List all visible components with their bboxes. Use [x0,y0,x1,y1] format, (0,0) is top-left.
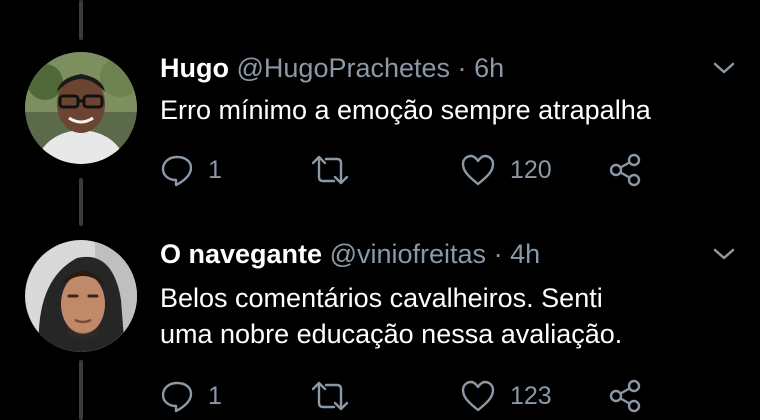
share-button[interactable] [608,152,644,188]
user-handle[interactable]: @viniofreitas [330,239,486,269]
like-count: 120 [510,155,552,184]
avatar-photo-glasses-man [25,52,137,164]
share-icon [609,153,641,187]
retweet-icon [311,381,349,411]
tweet-header: Hugo @HugoPrachetes · 6h [160,52,504,84]
like-count: 123 [510,381,552,410]
retweet-button[interactable] [310,152,364,188]
retweet-button[interactable] [310,378,364,414]
chevron-down-icon[interactable] [710,244,738,264]
tweet[interactable]: O navegante @viniofreitas · 4h Belos com… [0,238,760,420]
thread-connector-top [79,0,83,40]
reply-button[interactable]: 1 [160,378,222,414]
share-icon [609,379,641,413]
tweet[interactable]: Hugo @HugoPrachetes · 6h Erro mínimo a e… [0,52,760,202]
reply-button[interactable]: 1 [160,152,222,188]
reply-icon [161,155,193,187]
reply-count: 1 [208,155,222,184]
avatar[interactable] [25,52,137,164]
tweet-text: Erro mínimo a emoção sempre atrapalha [160,92,651,128]
separator: · [493,239,503,269]
user-name[interactable]: O navegante [160,239,322,269]
tweet-actions: 1 123 [160,378,680,414]
reply-count: 1 [208,381,222,410]
like-button[interactable]: 123 [460,378,552,414]
tweet-text-line: uma nobre educação nessa avaliação. [160,319,623,349]
tweet-time[interactable]: 6h [474,53,504,83]
separator: · [457,53,467,83]
user-name[interactable]: Hugo [160,53,229,83]
user-handle[interactable]: @HugoPrachetes [237,53,451,83]
reply-icon [161,381,193,413]
share-button[interactable] [608,378,644,414]
tweet-text: Belos comentários cavalheiros. Senti uma… [160,280,622,352]
avatar-photo-hooded-man [25,240,137,352]
like-icon [461,380,495,412]
tweet-text-line: Belos comentários cavalheiros. Senti [160,283,603,313]
tweet-time[interactable]: 4h [510,239,540,269]
tweet-actions: 1 120 [160,152,680,188]
like-button[interactable]: 120 [460,152,552,188]
retweet-icon [311,155,349,185]
tweet-header: O navegante @viniofreitas · 4h [160,238,540,270]
avatar[interactable] [25,240,137,352]
like-icon [461,154,495,186]
chevron-down-icon[interactable] [710,58,738,78]
tweet-text-line: Erro mínimo a emoção sempre atrapalha [160,95,651,125]
